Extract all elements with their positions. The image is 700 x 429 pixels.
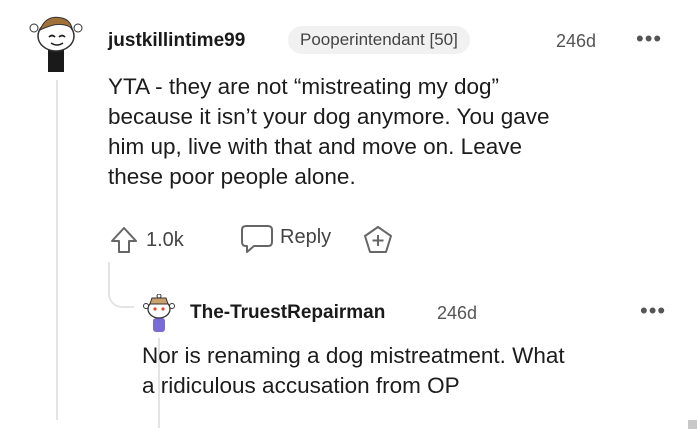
- reply-connector: [108, 262, 134, 308]
- reply-button[interactable]: Reply: [240, 222, 342, 256]
- comment-body-line: him up, live with that and move on. Leav…: [108, 134, 522, 159]
- reply-body-line: Nor is renaming a dog mistreatment. What: [142, 343, 565, 368]
- reply-body: Nor is renaming a dog mistreatment. What…: [142, 341, 672, 401]
- comment-username[interactable]: justkillintime99: [108, 30, 245, 52]
- comment-body-line: these poor people alone.: [108, 164, 356, 189]
- vote-score: 1.0k: [146, 229, 184, 251]
- thread-line[interactable]: [56, 80, 58, 420]
- reply-label: Reply: [280, 226, 332, 248]
- avatar[interactable]: [28, 10, 84, 72]
- chat-bubble-icon: [241, 225, 273, 253]
- user-flair: Pooperintendant [50]: [288, 26, 470, 54]
- comment-age[interactable]: 246d: [556, 31, 596, 52]
- upvote-button[interactable]: [108, 224, 140, 256]
- reply-username[interactable]: The-TruestRepairman: [190, 302, 385, 324]
- downvote-button[interactable]: [196, 224, 224, 256]
- reply-more-options-icon[interactable]: •••: [640, 300, 666, 322]
- reply-body-line: a ridiculous accusation from OP: [142, 373, 460, 398]
- scroll-thumb[interactable]: [688, 420, 697, 429]
- add-award-button[interactable]: [362, 224, 394, 256]
- reply-age[interactable]: 246d: [437, 303, 477, 324]
- comment-body-line: because it isn’t your dog anymore. You g…: [108, 104, 550, 129]
- comment-body-line: YTA - they are not “mistreating my dog”: [108, 74, 499, 99]
- add-award-icon: [364, 226, 392, 253]
- upvote-arrow-icon: [111, 227, 137, 253]
- more-options-icon[interactable]: •••: [636, 28, 662, 50]
- reply-avatar[interactable]: [142, 293, 176, 334]
- comment-body: YTA - they are not “mistreating my dog” …: [108, 72, 668, 192]
